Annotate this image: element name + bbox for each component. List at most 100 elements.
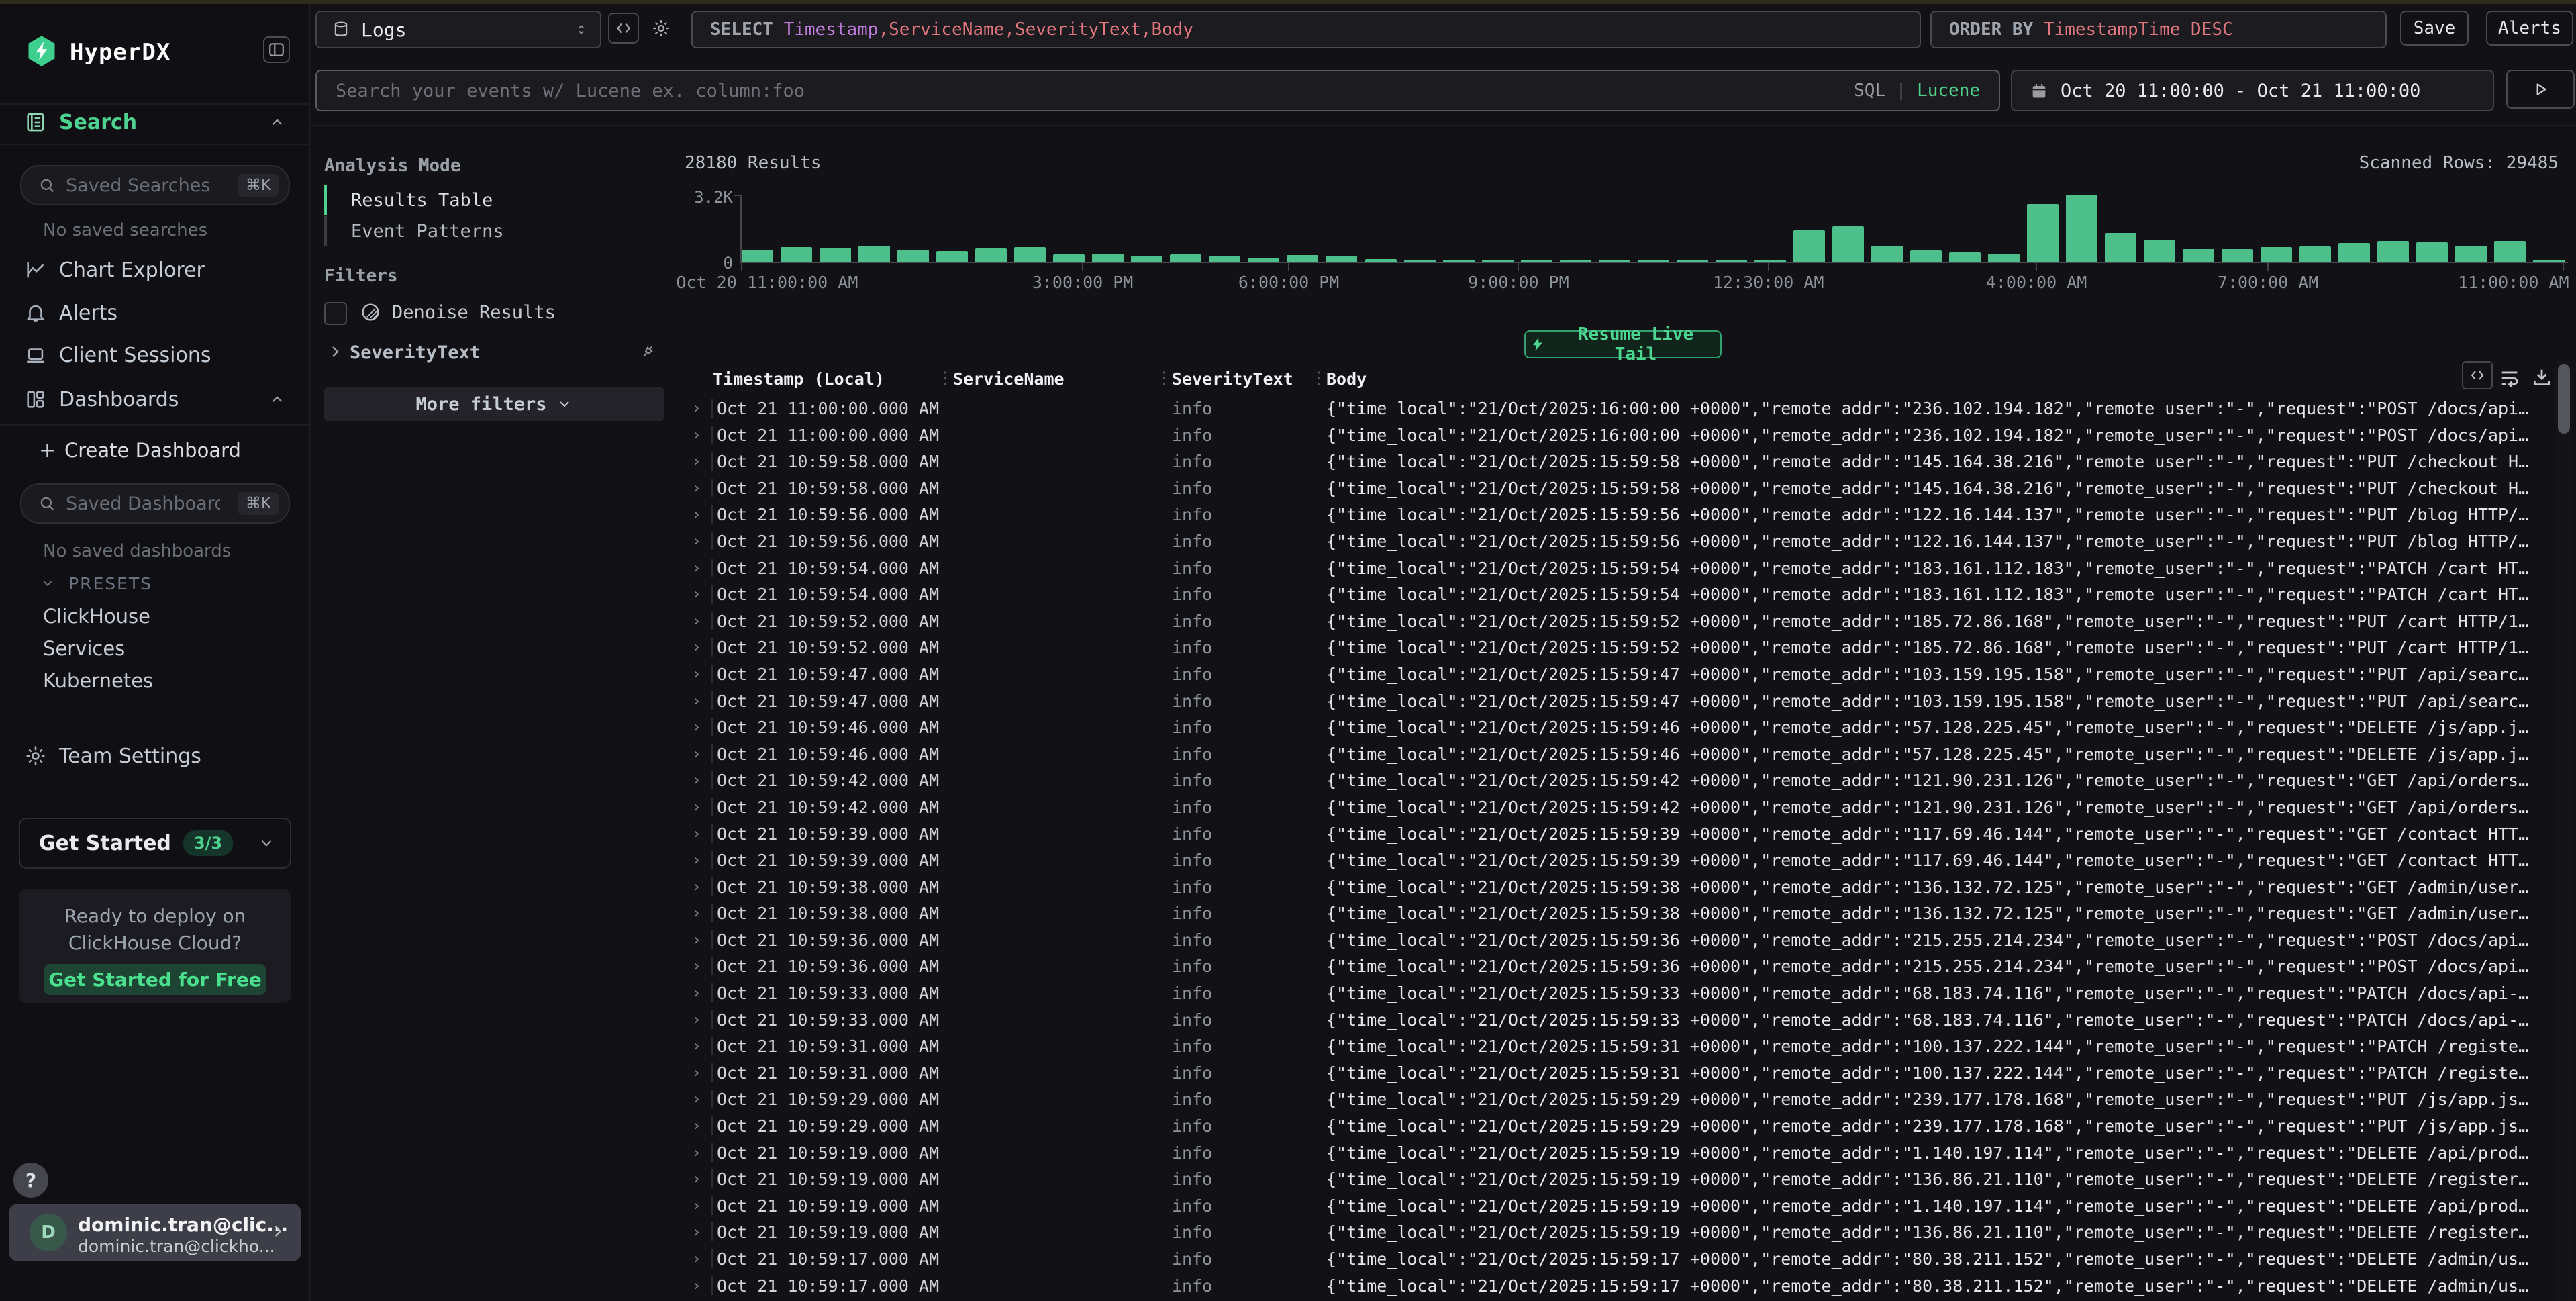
- table-row[interactable]: ›Oct 21 10:59:39.000 AMinfo{"time_local"…: [685, 820, 2576, 847]
- wrap-lines-button[interactable]: [2494, 365, 2525, 389]
- histogram-bar[interactable]: [1092, 254, 1124, 262]
- help-button[interactable]: ?: [13, 1163, 48, 1198]
- table-row[interactable]: ›Oct 21 10:59:17.000 AMinfo{"time_local"…: [685, 1272, 2576, 1299]
- order-by-input[interactable]: ORDER BY TimestampTime DESC: [1930, 11, 2387, 48]
- histogram-bar[interactable]: [820, 248, 851, 262]
- histogram-bar[interactable]: [1988, 254, 2020, 262]
- histogram-bar[interactable]: [742, 250, 773, 262]
- table-row[interactable]: ›Oct 21 10:59:58.000 AMinfo{"time_local"…: [685, 475, 2576, 501]
- row-expand-icon[interactable]: ›: [691, 1036, 701, 1055]
- table-row[interactable]: ›Oct 21 10:59:31.000 AMinfo{"time_local"…: [685, 1059, 2576, 1086]
- row-expand-icon[interactable]: ›: [691, 1063, 701, 1082]
- chevron-up-icon[interactable]: [268, 113, 286, 131]
- sidebar-item-client-sessions[interactable]: Client Sessions: [0, 338, 309, 373]
- row-expand-icon[interactable]: ›: [691, 691, 701, 710]
- get-started-card[interactable]: Get Started 3/3: [19, 818, 291, 869]
- row-expand-icon[interactable]: ›: [691, 1089, 701, 1108]
- lang-sql[interactable]: SQL: [1854, 81, 1885, 101]
- table-row[interactable]: ›Oct 21 10:59:19.000 AMinfo{"time_local"…: [685, 1139, 2576, 1166]
- histogram-bar[interactable]: [2338, 243, 2370, 262]
- histogram-bar[interactable]: [2183, 249, 2214, 262]
- row-expand-icon[interactable]: ›: [691, 717, 701, 736]
- table-row[interactable]: ›Oct 21 10:59:42.000 AMinfo{"time_local"…: [685, 767, 2576, 793]
- table-row[interactable]: ›Oct 21 10:59:33.000 AMinfo{"time_local"…: [685, 979, 2576, 1006]
- more-filters-button[interactable]: More filters: [324, 387, 664, 421]
- row-expand-icon[interactable]: ›: [691, 664, 701, 683]
- column-resize-handle[interactable]: ⋮: [1156, 368, 1173, 387]
- user-menu[interactable]: D dominic.tran@clic... dominic.tran@clic…: [9, 1204, 301, 1261]
- table-row[interactable]: ›Oct 21 10:59:52.000 AMinfo{"time_local"…: [685, 634, 2576, 661]
- get-started-free-button[interactable]: Get Started for Free: [44, 964, 266, 995]
- sidebar-item-team-settings[interactable]: Team Settings: [0, 738, 309, 773]
- scrollbar-thumb[interactable]: [2558, 364, 2570, 434]
- language-toggle[interactable]: SQL | Lucene: [1854, 81, 1980, 101]
- row-expand-icon[interactable]: ›: [691, 1222, 701, 1241]
- row-expand-icon[interactable]: ›: [691, 1169, 701, 1188]
- table-row[interactable]: ›Oct 21 10:59:19.000 AMinfo{"time_local"…: [685, 1192, 2576, 1219]
- histogram-bar[interactable]: [1832, 226, 1864, 262]
- row-expand-icon[interactable]: ›: [691, 1143, 701, 1162]
- table-row[interactable]: ›Oct 21 10:59:36.000 AMinfo{"time_local"…: [685, 953, 2576, 979]
- row-expand-icon[interactable]: ›: [691, 877, 701, 896]
- table-row[interactable]: ›Oct 21 11:00:00.000 AMinfo{"time_local"…: [685, 422, 2576, 448]
- histogram-bar[interactable]: [2455, 246, 2487, 262]
- denoise-checkbox[interactable]: [324, 302, 347, 325]
- presets-group-toggle[interactable]: PRESETS: [40, 572, 152, 595]
- row-expand-icon[interactable]: ›: [691, 770, 701, 789]
- table-row[interactable]: ›Oct 21 10:59:47.000 AMinfo{"time_local"…: [685, 687, 2576, 714]
- table-row[interactable]: ›Oct 21 10:59:38.000 AMinfo{"time_local"…: [685, 873, 2576, 900]
- histogram-bar[interactable]: [2299, 246, 2331, 262]
- row-expand-icon[interactable]: ›: [691, 584, 701, 604]
- chevron-up-icon[interactable]: [268, 391, 286, 408]
- preset-item-services[interactable]: Services: [43, 637, 125, 660]
- row-expand-icon[interactable]: ›: [691, 1010, 701, 1029]
- row-expand-icon[interactable]: ›: [691, 398, 701, 418]
- table-row[interactable]: ›Oct 21 10:59:39.000 AMinfo{"time_local"…: [685, 847, 2576, 873]
- row-expand-icon[interactable]: ›: [691, 956, 701, 975]
- saved-searches-input[interactable]: [64, 175, 221, 197]
- table-row[interactable]: ›Oct 21 10:59:47.000 AMinfo{"time_local"…: [685, 661, 2576, 687]
- column-header-timestamp[interactable]: Timestamp (Local): [713, 369, 885, 389]
- analysis-mode-results-table[interactable]: Results Table: [324, 185, 660, 215]
- row-expand-icon[interactable]: ›: [691, 637, 701, 657]
- row-expand-icon[interactable]: ›: [691, 451, 701, 471]
- row-expand-icon[interactable]: ›: [691, 797, 701, 816]
- row-expand-icon[interactable]: ›: [691, 930, 701, 949]
- table-row[interactable]: ›Oct 21 10:59:19.000 AMinfo{"time_local"…: [685, 1218, 2576, 1245]
- pin-icon[interactable]: [638, 342, 657, 361]
- edit-source-sql-button[interactable]: [608, 13, 639, 44]
- table-row[interactable]: ›Oct 21 10:59:54.000 AMinfo{"time_local"…: [685, 581, 2576, 608]
- row-expand-icon[interactable]: ›: [691, 744, 701, 763]
- histogram-bar[interactable]: [858, 246, 890, 262]
- download-results-button[interactable]: [2526, 365, 2557, 389]
- row-expand-icon[interactable]: ›: [691, 903, 701, 922]
- table-row[interactable]: ›Oct 21 10:59:19.000 AMinfo{"time_local"…: [685, 1165, 2576, 1192]
- row-expand-icon[interactable]: ›: [691, 1116, 701, 1135]
- preset-item-clickhouse[interactable]: ClickHouse: [43, 605, 150, 628]
- sidebar-item-dashboards[interactable]: Dashboards: [0, 382, 309, 417]
- row-expand-icon[interactable]: ›: [691, 531, 701, 550]
- run-query-button[interactable]: [2506, 70, 2575, 109]
- table-row[interactable]: ›Oct 21 10:59:29.000 AMinfo{"time_local"…: [685, 1112, 2576, 1139]
- row-expand-icon[interactable]: ›: [691, 558, 701, 577]
- table-sql-view-button[interactable]: [2462, 361, 2493, 389]
- table-row[interactable]: ›Oct 21 11:00:00.000 AMinfo{"time_local"…: [685, 395, 2576, 422]
- row-expand-icon[interactable]: ›: [691, 824, 701, 843]
- date-range-picker[interactable]: Oct 20 11:00:00 - Oct 21 11:00:00: [2011, 70, 2494, 111]
- table-row[interactable]: ›Oct 21 10:59:46.000 AMinfo{"time_local"…: [685, 740, 2576, 767]
- lang-lucene[interactable]: Lucene: [1917, 81, 1980, 101]
- histogram-bar[interactable]: [2027, 204, 2059, 262]
- table-row[interactable]: ›Oct 21 10:59:31.000 AMinfo{"time_local"…: [685, 1032, 2576, 1059]
- sidebar-collapse-button[interactable]: [263, 36, 290, 63]
- histogram-bar[interactable]: [1131, 256, 1162, 262]
- histogram-bar[interactable]: [2222, 249, 2253, 262]
- row-expand-icon[interactable]: ›: [691, 1249, 701, 1268]
- resume-live-tail-button[interactable]: Resume Live Tail: [1524, 330, 1722, 358]
- column-header-servicename[interactable]: ServiceName: [953, 369, 1064, 389]
- table-row[interactable]: ›Oct 21 10:59:42.000 AMinfo{"time_local"…: [685, 793, 2576, 820]
- histogram-bar[interactable]: [1287, 255, 1318, 262]
- histogram-bar[interactable]: [1014, 247, 1046, 262]
- histogram-bar[interactable]: [1209, 256, 1240, 262]
- analysis-mode-event-patterns[interactable]: Event Patterns: [324, 216, 660, 246]
- severity-filter-group[interactable]: SeverityText: [324, 338, 673, 368]
